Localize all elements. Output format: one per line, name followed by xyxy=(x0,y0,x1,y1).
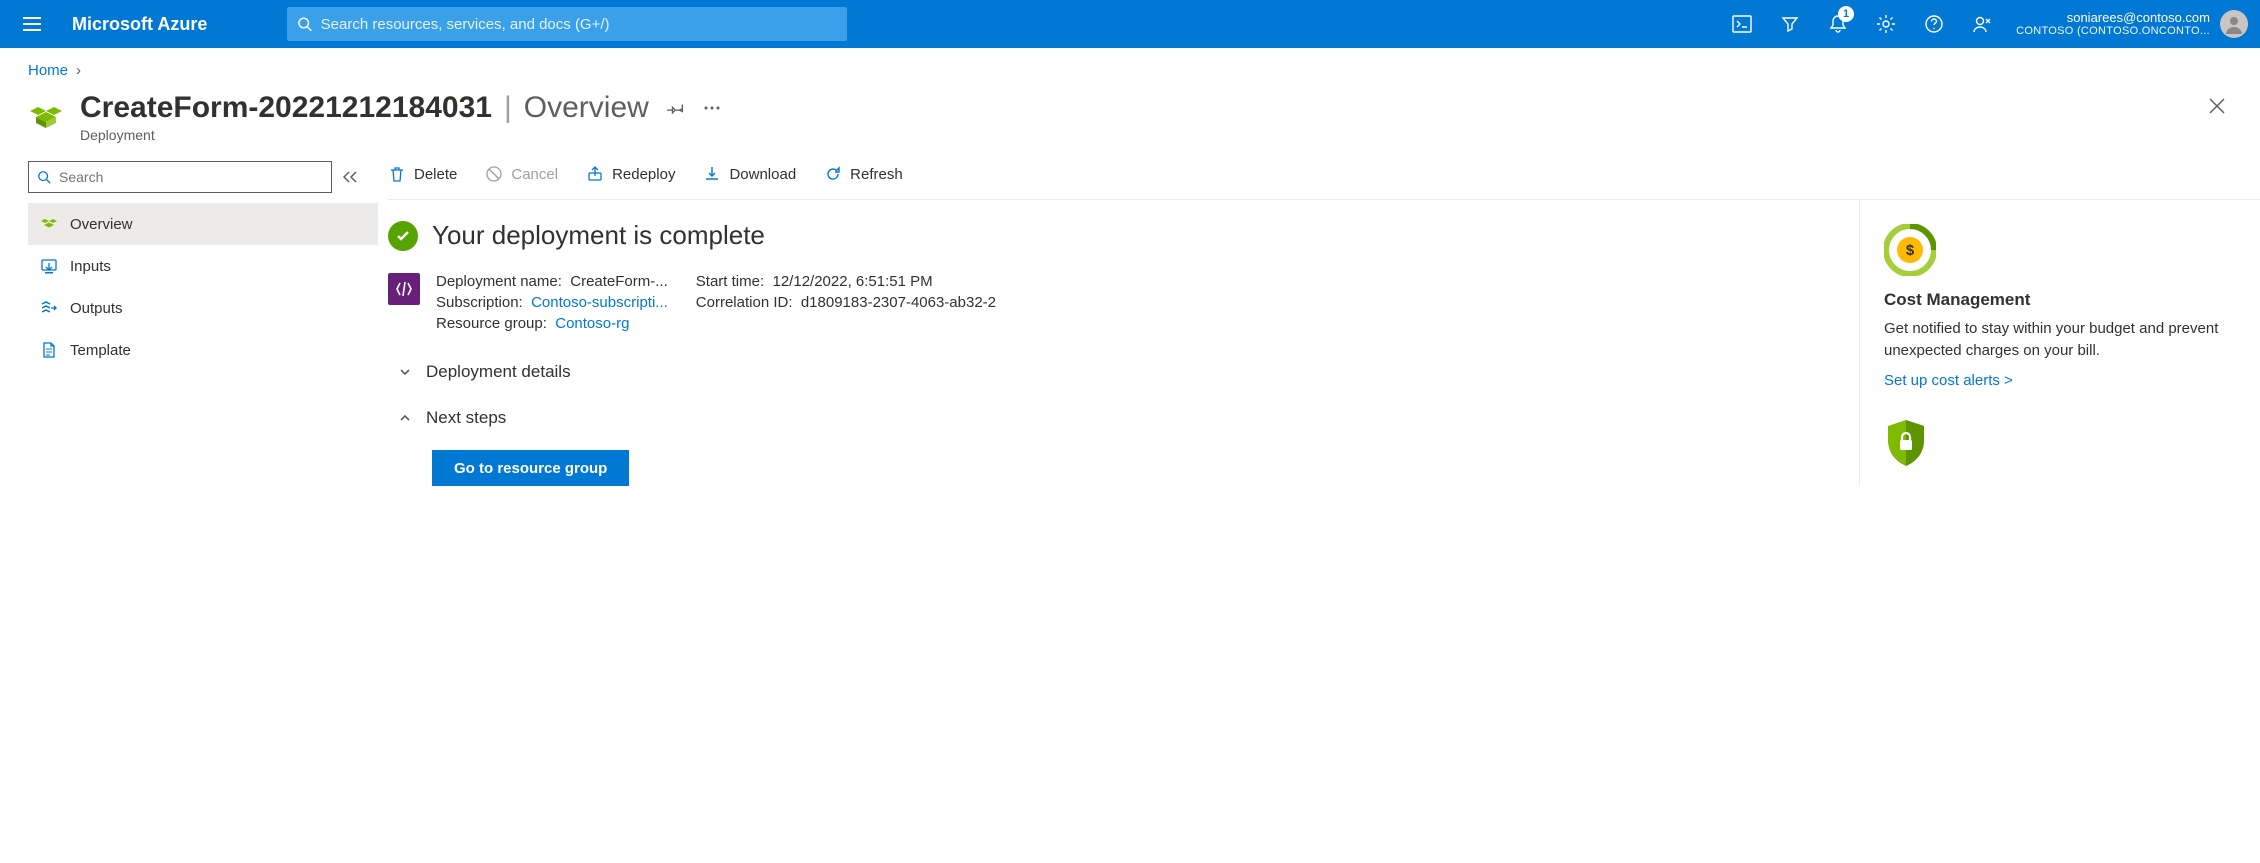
status-message: Your deployment is complete xyxy=(432,220,765,251)
sidebar-search-input[interactable] xyxy=(28,161,332,193)
settings-button[interactable] xyxy=(1864,0,1908,48)
correlation-id-value: d1809183-2307-4063-ab32-2 xyxy=(801,294,996,311)
sidebar-item-inputs[interactable]: Inputs xyxy=(28,245,378,287)
sidebar-item-overview[interactable]: Overview xyxy=(28,203,378,245)
avatar[interactable] xyxy=(2220,10,2248,38)
top-icon-row: 1 xyxy=(1720,0,2004,48)
breadcrumb-home[interactable]: Home xyxy=(28,62,68,79)
global-search-box[interactable] xyxy=(287,7,847,41)
feedback-icon xyxy=(1972,14,1992,34)
deployment-summary: Deployment name: CreateForm-... Subscrip… xyxy=(388,273,1835,336)
security-icon xyxy=(1884,418,2232,468)
sidebar: Overview Inputs Outputs Template xyxy=(28,161,378,486)
account-email: soniarees@contoso.com xyxy=(2016,10,2210,26)
cost-management-title: Cost Management xyxy=(1884,290,2232,310)
success-icon xyxy=(388,221,418,251)
deployment-name-value: CreateForm-... xyxy=(570,273,668,290)
outputs-icon xyxy=(40,299,58,317)
page-title: CreateForm-20221212184031 xyxy=(80,91,492,125)
cloud-shell-button[interactable] xyxy=(1720,0,1764,48)
brand-label[interactable]: Microsoft Azure xyxy=(72,14,207,35)
cost-management-text: Get notified to stay within your budget … xyxy=(1884,318,2232,362)
global-search xyxy=(287,7,847,41)
cancel-icon xyxy=(485,165,503,183)
refresh-button[interactable]: Refresh xyxy=(824,165,903,183)
help-button[interactable] xyxy=(1912,0,1956,48)
more-button[interactable] xyxy=(703,105,721,111)
inputs-icon xyxy=(40,257,58,275)
collapse-sidebar-button[interactable] xyxy=(342,170,358,184)
chevron-up-icon xyxy=(398,411,412,425)
ellipsis-icon xyxy=(703,105,721,111)
section-next-steps[interactable]: Next steps xyxy=(388,408,1835,428)
gear-icon xyxy=(1876,14,1896,34)
main-content: Delete Cancel Redeploy Download Refresh xyxy=(378,161,2260,486)
page-subtitle: Deployment xyxy=(80,127,2186,143)
resource-icon xyxy=(28,97,64,133)
chevron-double-left-icon xyxy=(342,170,358,184)
directories-button[interactable] xyxy=(1768,0,1812,48)
download-icon xyxy=(703,165,721,183)
sidebar-item-label: Outputs xyxy=(70,300,123,317)
arm-template-icon xyxy=(388,273,420,305)
page-section: Overview xyxy=(524,91,649,125)
status-row: Your deployment is complete xyxy=(388,220,1835,251)
cloud-shell-icon xyxy=(1732,15,1752,33)
sidebar-item-label: Overview xyxy=(70,216,133,233)
chevron-right-icon: › xyxy=(76,62,81,79)
chevron-down-icon xyxy=(398,365,412,379)
top-bar: Microsoft Azure 1 soniarees@contoso.com … xyxy=(0,0,2260,48)
subscription-link[interactable]: Contoso-subscripti... xyxy=(531,294,668,311)
start-time-value: 12/12/2022, 6:51:51 PM xyxy=(773,273,933,290)
pin-icon xyxy=(667,99,685,117)
filter-icon xyxy=(1780,14,1800,34)
close-icon xyxy=(2208,97,2226,115)
page-header: CreateForm-20221212184031 | Overview Dep… xyxy=(0,83,2260,161)
template-icon xyxy=(40,341,58,359)
breadcrumb: Home › xyxy=(0,48,2260,83)
redeploy-icon xyxy=(586,165,604,183)
feedback-button[interactable] xyxy=(1960,0,2004,48)
trash-icon xyxy=(388,165,406,183)
redeploy-button[interactable]: Redeploy xyxy=(586,165,675,183)
sidebar-item-outputs[interactable]: Outputs xyxy=(28,287,378,329)
cost-management-icon: $ xyxy=(1884,224,2232,276)
account-tenant: CONTOSO (CONTOSO.ONCONTO... xyxy=(2016,25,2210,38)
download-button[interactable]: Download xyxy=(703,165,796,183)
pin-button[interactable] xyxy=(667,99,685,117)
notification-badge: 1 xyxy=(1838,6,1854,22)
go-to-resource-group-button[interactable]: Go to resource group xyxy=(432,450,629,486)
hamburger-menu-button[interactable] xyxy=(8,0,56,48)
cost-alerts-link[interactable]: Set up cost alerts > xyxy=(1884,372,2013,389)
toolbar: Delete Cancel Redeploy Download Refresh xyxy=(388,161,2260,200)
cancel-button: Cancel xyxy=(485,165,558,183)
resource-group-link[interactable]: Contoso-rg xyxy=(555,315,629,332)
delete-button[interactable]: Delete xyxy=(388,165,457,183)
close-button[interactable] xyxy=(2202,91,2232,121)
cubes-icon xyxy=(40,215,58,233)
search-icon xyxy=(297,16,312,32)
sidebar-item-template[interactable]: Template xyxy=(28,329,378,371)
svg-text:$: $ xyxy=(1906,242,1915,259)
global-search-input[interactable] xyxy=(321,16,838,33)
sidebar-item-label: Template xyxy=(70,342,131,359)
refresh-icon xyxy=(824,165,842,183)
notifications-button[interactable]: 1 xyxy=(1816,0,1860,48)
sidebar-item-label: Inputs xyxy=(70,258,111,275)
avatar-icon xyxy=(2224,14,2244,34)
right-rail: $ Cost Management Get notified to stay w… xyxy=(1860,200,2260,486)
account-info[interactable]: soniarees@contoso.com CONTOSO (CONTOSO.O… xyxy=(2016,10,2210,39)
section-deployment-details[interactable]: Deployment details xyxy=(388,362,1835,382)
help-icon xyxy=(1924,14,1944,34)
